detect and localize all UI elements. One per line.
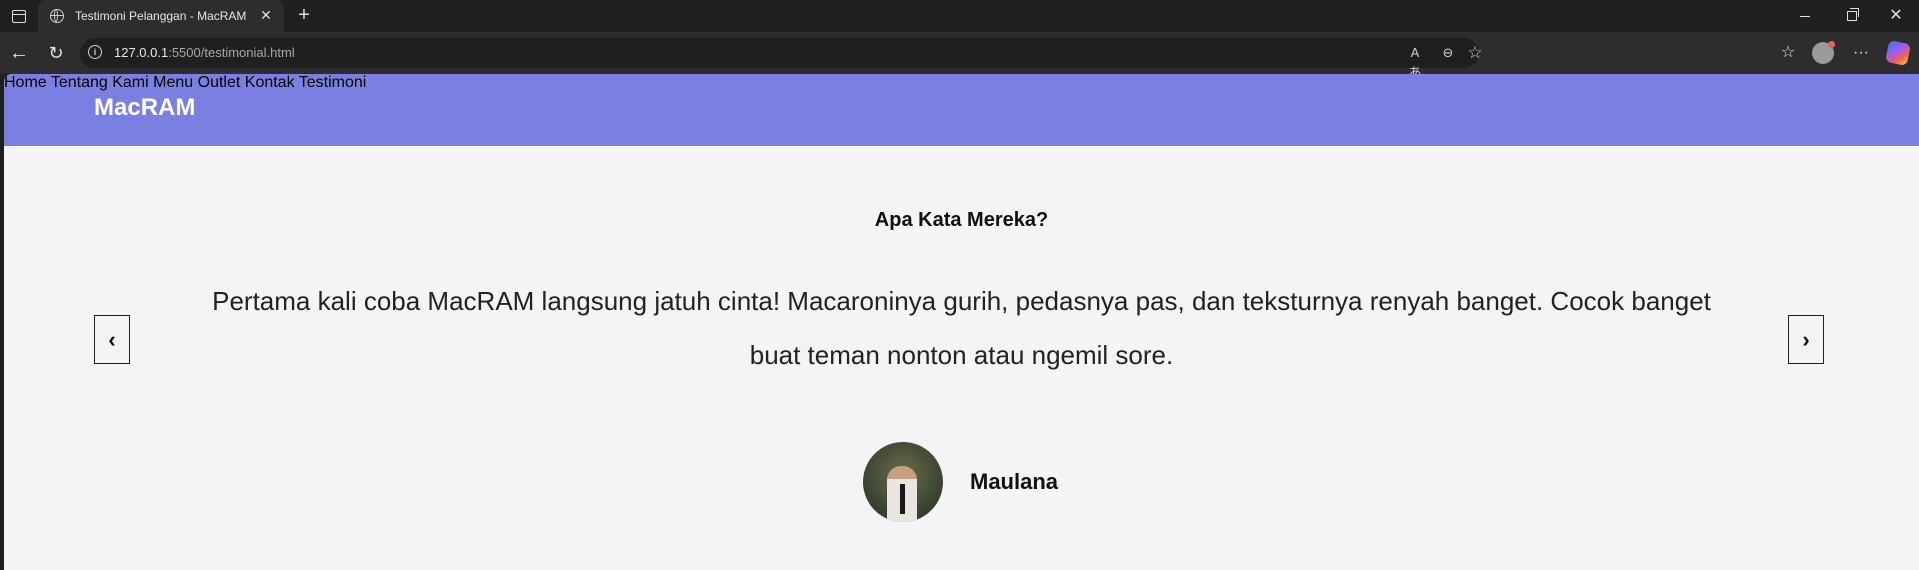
nav-outlet[interactable]: Outlet [198, 74, 241, 91]
site-info-icon[interactable]: i [88, 45, 102, 59]
nav-home[interactable]: Home [4, 74, 47, 91]
site-navbar: MacRAM Home Tentang Kami Menu Outlet Kon… [4, 74, 1919, 146]
profile-avatar[interactable] [1812, 41, 1835, 64]
zoom-icon[interactable]: ⊖ [1438, 43, 1458, 63]
browser-tab[interactable]: Testimoni Pelanggan - MacRAM ✕ [38, 0, 284, 32]
nav-testimoni[interactable]: Testimoni [299, 74, 367, 91]
brand-logo[interactable]: MacRAM [94, 94, 195, 122]
favorite-star-icon[interactable]: ☆ [1465, 43, 1485, 63]
minimize-button[interactable] [1782, 0, 1828, 32]
close-tab-icon[interactable]: ✕ [258, 7, 274, 23]
new-tab-button[interactable]: + [292, 4, 316, 28]
prev-testimonial-button[interactable]: ‹ [94, 315, 130, 364]
copilot-icon[interactable] [1884, 39, 1912, 67]
customer-name: Maulana [970, 469, 1059, 494]
back-button[interactable]: ← [6, 40, 32, 66]
more-icon[interactable]: ··· [1848, 40, 1874, 66]
browser-tabstrip: Testimoni Pelanggan - MacRAM ✕ + ✕ [0, 0, 1919, 32]
reload-button[interactable]: ↻ [43, 40, 69, 66]
restore-button[interactable] [1829, 0, 1875, 32]
browser-toolbar: ← ↻ i 127.0.0.1:5500/testimonial.html Aあ… [0, 32, 1919, 80]
nav-menu[interactable]: Menu [153, 74, 193, 91]
favorites-icon[interactable]: ☆ [1775, 40, 1801, 66]
nav-kontak[interactable]: Kontak [245, 74, 295, 91]
tab-title: Testimoni Pelanggan - MacRAM [75, 9, 247, 23]
tab-actions-icon[interactable] [8, 6, 30, 26]
nav-tentang-kami[interactable]: Tentang Kami [51, 74, 149, 91]
section-title: Apa Kata Mereka? [874, 209, 1049, 231]
globe-icon [50, 9, 64, 23]
page-viewport: MacRAM Home Tentang Kami Menu Outlet Kon… [4, 74, 1919, 570]
close-window-button[interactable]: ✕ [1873, 0, 1919, 32]
url-text: 127.0.0.1:5500/testimonial.html [114, 45, 295, 60]
testimonial-quote: Pertama kali coba MacRAM langsung jatuh … [212, 286, 1711, 370]
customer-avatar [863, 442, 943, 522]
read-aloud-icon[interactable]: Aあ [1405, 43, 1425, 80]
address-bar[interactable]: i 127.0.0.1:5500/testimonial.html Aあ ⊖ ☆ [80, 38, 1483, 80]
next-testimonial-button[interactable]: › [1788, 315, 1824, 364]
